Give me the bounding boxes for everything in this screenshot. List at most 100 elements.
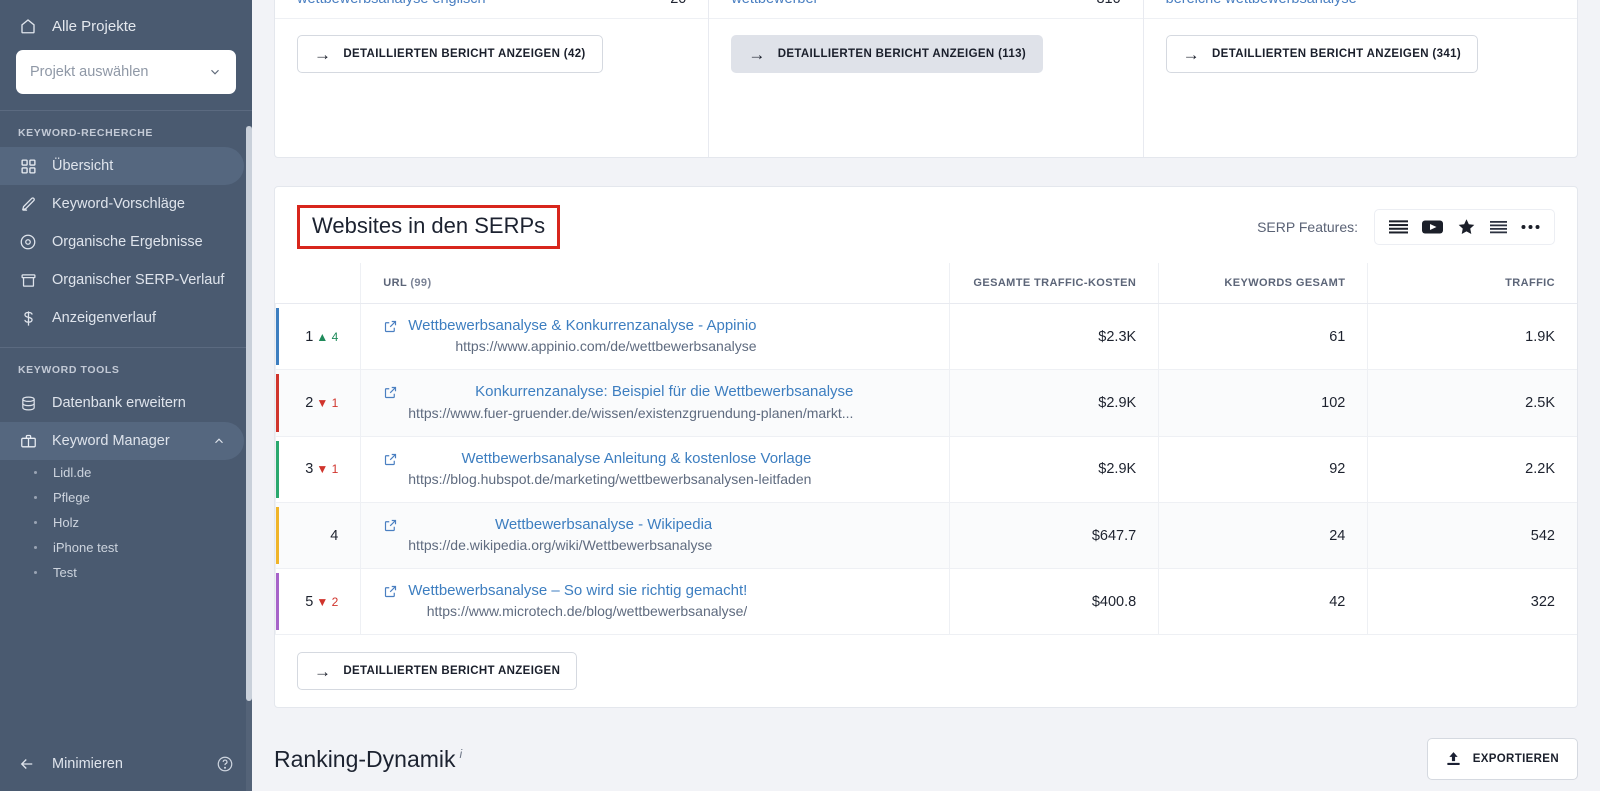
export-button-label: EXPORTIEREN — [1472, 753, 1559, 766]
keyword-row[interactable]: wettbewerbsanalyse englisch 20 — [275, 0, 709, 19]
keyword-overview-card: wettbewerbsanalyse vorlage 170 wettbewer… — [274, 0, 1578, 158]
rank-delta: ▼ 1 — [316, 396, 339, 411]
result-title-link[interactable]: Wettbewerbsanalyse – So wird sie richtig… — [408, 581, 747, 601]
table-row[interactable]: 5 ▼ 2 Wettbewerbsanalyse – So wird sie r… — [274, 568, 1577, 636]
cell-keywords-total[interactable]: 42 — [1158, 568, 1368, 636]
list-snippet-icon[interactable] — [1389, 219, 1408, 235]
pencil-icon — [18, 194, 38, 214]
rank-delta: ▼ 2 — [316, 594, 339, 609]
result-url: https://www.microtech.de/blog/wettbewerb… — [426, 603, 748, 620]
column-header-traffic[interactable]: TRAFFIC — [1367, 263, 1577, 305]
external-link-icon[interactable] — [383, 518, 398, 533]
cell-keywords-total[interactable]: 24 — [1158, 502, 1368, 570]
column-header-url[interactable]: URL (99) — [360, 263, 950, 305]
keyword-row[interactable]: bereiche wettbewerbsanalyse — [1143, 0, 1577, 19]
keyword-link[interactable]: bereiche wettbewerbsanalyse — [1166, 0, 1469, 7]
result-title-link[interactable]: Wettbewerbsanalyse & Konkurrenzanalyse -… — [408, 316, 756, 336]
serp-card-header: Websites in den SERPs SERP Features: — [275, 187, 1577, 263]
sidebar-subitem-holz[interactable]: Holz — [0, 510, 252, 535]
cell-url: Wettbewerbsanalyse – So wird sie richtig… — [360, 568, 950, 636]
column-header-url-count: (99) — [410, 277, 432, 290]
detail-report-button-label: DETAILLIERTEN BERICHT ANZEIGEN (341) — [1212, 48, 1462, 60]
sidebar-item-label: Anzeigenverlauf — [52, 309, 156, 326]
sidebar-item-uebersicht[interactable]: Übersicht — [0, 147, 244, 185]
minimize-label[interactable]: Minimieren — [52, 756, 123, 772]
url-text: Wettbewerbsanalyse - Wikipedia https://d… — [408, 515, 712, 556]
target-icon — [18, 232, 38, 252]
video-icon[interactable] — [1422, 219, 1443, 235]
keyword-column-1: wettbewerbsanalyse vorlage 170 wettbewer… — [275, 0, 710, 157]
chevron-up-icon[interactable] — [212, 434, 226, 448]
sidebar-all-projects-label: Alle Projekte — [52, 17, 137, 35]
url-wrapper: Wettbewerbsanalyse - Wikipedia https://d… — [383, 515, 927, 556]
result-title-link[interactable]: Wettbewerbsanalyse Anleitung & kostenlos… — [408, 449, 811, 469]
sidebar-subitem-lidl-de[interactable]: Lidl.de — [0, 460, 252, 485]
project-select[interactable]: Projekt auswählen — [16, 50, 236, 94]
cell-traffic-cost: $2.9K — [949, 436, 1159, 503]
result-title-link[interactable]: Konkurrenzanalyse: Beispiel für die Wett… — [408, 382, 853, 402]
table-row[interactable]: 2 ▼ 1 Konkurrenzanalyse: Beispiel für di… — [274, 369, 1577, 437]
sidebar-item-datenbank-erweitern[interactable]: Datenbank erweitern — [0, 384, 252, 422]
star-reviews-icon[interactable] — [1457, 218, 1476, 236]
cell-traffic: 1.9K — [1367, 303, 1577, 371]
arrow-left-icon[interactable] — [18, 755, 36, 773]
help-icon[interactable] — [216, 755, 234, 773]
sidebar-subitem-label: Lidl.de — [53, 465, 92, 480]
more-icon[interactable] — [1521, 224, 1540, 230]
external-link-icon[interactable] — [383, 385, 398, 400]
list-icon[interactable] — [1490, 220, 1507, 235]
table-row[interactable]: 4 Wettbewerbsanalyse - Wikipedia https:/… — [274, 502, 1577, 570]
cell-url: Konkurrenzanalyse: Beispiel für die Wett… — [360, 369, 950, 437]
keyword-column-footer: → DETAILLIERTEN BERICHT ANZEIGEN (113) — [709, 19, 1142, 89]
project-select-placeholder: Projekt auswählen — [30, 64, 149, 80]
sidebar-subitem-iphone-test[interactable]: iPhone test — [0, 535, 252, 560]
sidebar-section-keyword-research: KEYWORD-RECHERCHE — [18, 127, 154, 139]
sidebar-subitem-pflege[interactable]: Pflege — [0, 485, 252, 510]
rank-color-bar — [276, 374, 279, 432]
sidebar-item-label: Übersicht — [52, 157, 114, 174]
external-link-icon[interactable] — [383, 452, 398, 467]
info-icon[interactable]: i — [460, 747, 463, 761]
keyword-link[interactable]: wettbewerber — [731, 0, 1034, 7]
cell-rank: 4 — [274, 502, 361, 570]
rank-value: 5 — [305, 593, 314, 610]
detail-report-button-2[interactable]: → DETAILLIERTEN BERICHT ANZEIGEN (113) — [731, 35, 1044, 73]
serp-card-footer: → DETAILLIERTEN BERICHT ANZEIGEN — [275, 635, 1577, 707]
sidebar-item-keyword-manager[interactable]: Keyword Manager — [0, 422, 244, 460]
sidebar-subitem-test[interactable]: Test — [0, 560, 252, 585]
rank-value: 4 — [330, 527, 339, 544]
cell-traffic: 322 — [1367, 568, 1577, 636]
keyword-link[interactable]: wettbewerbsanalyse englisch — [297, 0, 600, 7]
sidebar-subitem-label: Test — [53, 565, 77, 580]
serp-detail-report-button-label: DETAILLIERTEN BERICHT ANZEIGEN — [343, 665, 561, 678]
table-row[interactable]: 3 ▼ 1 Wettbewerbsanalyse Anleitung & kos… — [274, 436, 1577, 503]
sidebar-all-projects[interactable]: Alle Projekte — [0, 0, 252, 44]
cell-traffic: 2.2K — [1367, 436, 1577, 503]
detail-report-button-3[interactable]: → DETAILLIERTEN BERICHT ANZEIGEN (341) — [1165, 35, 1479, 73]
url-text: Wettbewerbsanalyse Anleitung & kostenlos… — [408, 449, 811, 490]
external-link-icon[interactable] — [383, 319, 398, 334]
cell-keywords-total[interactable]: 92 — [1158, 436, 1368, 503]
cell-traffic-cost: $647.7 — [949, 502, 1159, 570]
keyword-row[interactable]: wettbewerber 810 — [709, 0, 1143, 19]
result-title-link[interactable]: Wettbewerbsanalyse - Wikipedia — [408, 515, 712, 535]
table-row[interactable]: 1 ▲ 4 Wettbewerbsanalyse & Konkurrenzana… — [274, 303, 1577, 371]
ranking-dynamik-title-label: Ranking-Dynamik — [274, 745, 456, 772]
sidebar-item-organischer-serp-verlauf[interactable]: Organischer SERP-Verlauf — [0, 261, 252, 299]
serp-detail-report-button[interactable]: → DETAILLIERTEN BERICHT ANZEIGEN — [297, 652, 578, 691]
export-button[interactable]: EXPORTIEREN — [1426, 738, 1578, 781]
detail-report-button-1[interactable]: → DETAILLIERTEN BERICHT ANZEIGEN (42) — [297, 35, 603, 73]
upload-icon — [1446, 751, 1461, 767]
sidebar-item-keyword-vorschlaege[interactable]: Keyword-Vorschläge — [0, 185, 252, 223]
external-link-icon[interactable] — [383, 584, 398, 599]
cell-keywords-total[interactable]: 102 — [1158, 369, 1368, 437]
cell-keywords-total[interactable]: 61 — [1158, 303, 1368, 371]
dollar-icon — [18, 308, 38, 328]
serp-features: SERP Features: — [1257, 209, 1555, 246]
result-url: https://www.appinio.com/de/wettbewerbsan… — [455, 338, 757, 355]
sidebar-item-organische-ergebnisse[interactable]: Organische Ergebnisse — [0, 223, 252, 261]
main-content: wettbewerbsanalyse vorlage 170 wettbewer… — [252, 0, 1600, 791]
column-header-keywords-total[interactable]: KEYWORDS GESAMT — [1158, 263, 1368, 305]
sidebar-item-anzeigenverlauf[interactable]: Anzeigenverlauf — [0, 299, 252, 337]
column-header-traffic-cost[interactable]: GESAMTE TRAFFIC-KOSTEN — [949, 263, 1159, 305]
